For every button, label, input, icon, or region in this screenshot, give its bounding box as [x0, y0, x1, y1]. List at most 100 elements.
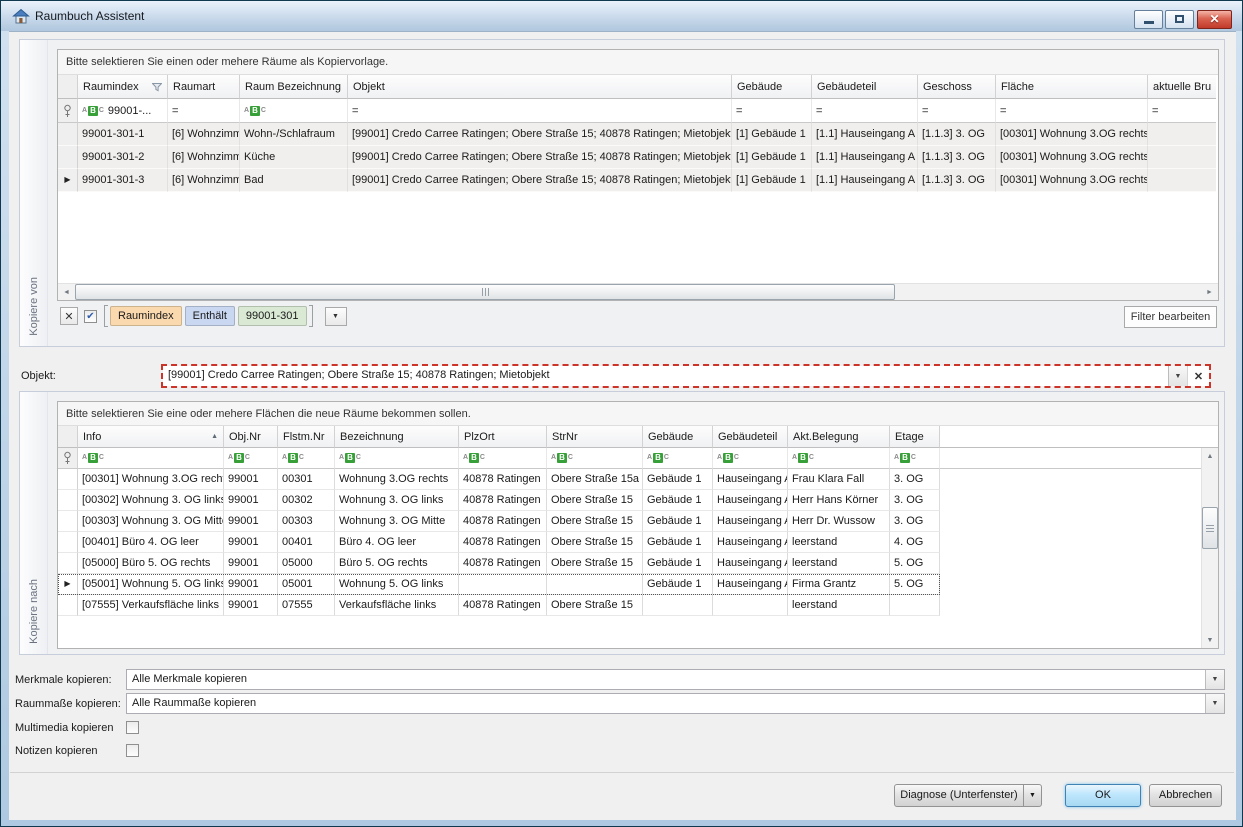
table-cell[interactable]: Hauseingang A	[713, 532, 788, 553]
merkmale-combobox[interactable]: Alle Merkmale kopieren ▼	[126, 669, 1225, 690]
filter-cell-raumindex[interactable]: ABC 99001-...	[78, 99, 168, 123]
objekt-clear-button[interactable]: ✕	[1187, 366, 1209, 386]
table-cell[interactable]: Wohnung 3. OG Mitte	[335, 511, 459, 532]
funnel-filter-icon[interactable]	[152, 82, 162, 92]
table-cell[interactable]: [05000] Büro 5. OG rechts	[78, 553, 224, 574]
filter-cell-objnr[interactable]: ABC	[224, 448, 278, 469]
scroll-right-button[interactable]: ►	[1201, 284, 1218, 300]
table-cell[interactable]: 99001	[224, 490, 278, 511]
table-cell[interactable]: 40878 Ratingen	[459, 532, 547, 553]
table-cell[interactable]: 99001	[224, 511, 278, 532]
merkmale-dropdown-button[interactable]: ▼	[1205, 670, 1224, 689]
table-cell[interactable]: Obere Straße 15a	[547, 469, 643, 490]
table-cell[interactable]: 99001	[224, 469, 278, 490]
filter-cell-gebaeude[interactable]: =	[732, 99, 812, 123]
table-cell[interactable]: Herr Dr. Wussow	[788, 511, 890, 532]
multimedia-checkbox[interactable]	[126, 721, 139, 734]
filter-operator-chip[interactable]: Enthält	[185, 306, 235, 326]
merkmale-combobox-value[interactable]: Alle Merkmale kopieren	[127, 670, 1205, 689]
table-cell[interactable]: 99001-301-2	[78, 146, 168, 169]
table-cell[interactable]: Obere Straße 15	[547, 532, 643, 553]
table-row[interactable]: [00302] Wohnung 3. OG links 99001 00302 …	[58, 490, 940, 511]
table-cell[interactable]: [1] Gebäude 1	[732, 123, 812, 146]
column-header-gebaeudeteil[interactable]: Gebäudeteil	[713, 426, 788, 448]
table-cell[interactable]: [6] Wohnzimmer	[168, 169, 240, 192]
table-cell[interactable]	[547, 574, 643, 595]
filter-cell-plzort[interactable]: ABC	[459, 448, 547, 469]
table-cell[interactable]: [07555] Verkaufsfläche links	[78, 595, 224, 616]
scroll-down-button[interactable]: ▼	[1202, 632, 1218, 648]
filter-dropdown-button[interactable]: ▼	[325, 307, 347, 326]
column-header-raum-bezeichnung[interactable]: Raum Bezeichnung	[240, 75, 348, 99]
objekt-combobox-value[interactable]: [99001] Credo Carree Ratingen; Obere Str…	[163, 366, 1168, 386]
table-cell[interactable]: [1] Gebäude 1	[732, 169, 812, 192]
remove-filter-button[interactable]: ✕	[60, 307, 78, 325]
table-cell[interactable]: 3. OG	[890, 511, 940, 532]
column-header-raumindex[interactable]: Raumindex	[78, 75, 168, 99]
filter-cell-raum-bezeichnung[interactable]: ABC	[240, 99, 348, 123]
notizen-checkbox[interactable]	[126, 744, 139, 757]
table-cell[interactable]: 3. OG	[890, 490, 940, 511]
filter-cell-raumart[interactable]: =	[168, 99, 240, 123]
table-cell[interactable]: 07555	[278, 595, 335, 616]
diagnose-button[interactable]: Diagnose (Unterfenster)	[894, 784, 1024, 807]
table-cell[interactable]: 40878 Ratingen	[459, 469, 547, 490]
filter-cell-bezeichnung[interactable]: ABC	[335, 448, 459, 469]
table-cell[interactable]: 05001	[278, 574, 335, 595]
table-cell[interactable]: Obere Straße 15	[547, 553, 643, 574]
table-cell[interactable]: [6] Wohnzimmer	[168, 123, 240, 146]
filter-enabled-checkbox[interactable]	[84, 310, 97, 323]
table-cell[interactable]: 40878 Ratingen	[459, 595, 547, 616]
filter-cell-info[interactable]: ABC	[78, 448, 224, 469]
table-cell[interactable]: [1.1] Hauseingang A	[812, 169, 918, 192]
table-cell[interactable]: 5. OG	[890, 553, 940, 574]
table-row[interactable]: [07555] Verkaufsfläche links 99001 07555…	[58, 595, 940, 616]
table-cell[interactable]: Wohnung 3.OG rechts	[335, 469, 459, 490]
table-row[interactable]: 99001-301-2 [6] Wohnzimmer Küche [99001]…	[58, 146, 1216, 169]
table-cell[interactable]: Obere Straße 15	[547, 595, 643, 616]
table-cell[interactable]: Obere Straße 15	[547, 511, 643, 532]
column-header-objekt[interactable]: Objekt	[348, 75, 732, 99]
table-cell[interactable]: 99001-301-1	[78, 123, 168, 146]
raummasse-combobox-value[interactable]: Alle Raummaße kopieren	[127, 694, 1205, 713]
table-cell[interactable]: Wohnung 5. OG links	[335, 574, 459, 595]
table-cell[interactable]: 99001-301-3	[78, 169, 168, 192]
table-cell[interactable]: [00401] Büro 4. OG leer	[78, 532, 224, 553]
table-row[interactable]: ▶ 99001-301-3 [6] Wohnzimmer Bad [99001]…	[58, 169, 1216, 192]
table-cell[interactable]: 40878 Ratingen	[459, 490, 547, 511]
table-cell[interactable]: [00301] Wohnung 3.OG rechts	[78, 469, 224, 490]
table-cell[interactable]: 3. OG	[890, 469, 940, 490]
table-cell[interactable]: 99001	[224, 532, 278, 553]
table-cell[interactable]	[1148, 146, 1216, 169]
table-cell[interactable]: Obere Straße 15	[547, 490, 643, 511]
table-cell[interactable]: 40878 Ratingen	[459, 511, 547, 532]
table-cell[interactable]: [00303] Wohnung 3. OG Mitte	[78, 511, 224, 532]
table-cell[interactable]: [05001] Wohnung 5. OG links	[78, 574, 224, 595]
table-cell[interactable]: Wohnung 3. OG links	[335, 490, 459, 511]
table-cell[interactable]: [1.1.3] 3. OG	[918, 169, 996, 192]
table-row[interactable]: ▶ [05001] Wohnung 5. OG links 99001 0500…	[58, 574, 940, 595]
column-header-objnr[interactable]: Obj.Nr	[224, 426, 278, 448]
diagnose-dropdown-button[interactable]: ▼	[1023, 784, 1042, 807]
table-cell[interactable]: Gebäude 1	[643, 532, 713, 553]
filter-cell-gebaeude[interactable]: ABC	[643, 448, 713, 469]
table-cell[interactable]	[1148, 123, 1216, 146]
table-cell[interactable]: leerstand	[788, 595, 890, 616]
horizontal-scrollbar-thumb[interactable]	[75, 284, 895, 300]
table-cell[interactable]: [00302] Wohnung 3. OG links	[78, 490, 224, 511]
table-cell[interactable]: 00301	[278, 469, 335, 490]
ok-button[interactable]: OK	[1065, 784, 1141, 807]
filter-cell-gebaeudeteil[interactable]: =	[812, 99, 918, 123]
vertical-scrollbar[interactable]: ▲ ▼	[1201, 448, 1218, 648]
table-cell[interactable]: [99001] Credo Carree Ratingen; Obere Str…	[348, 146, 732, 169]
filter-cell-aktbelegung[interactable]: ABC	[788, 448, 890, 469]
column-header-info[interactable]: Info▲	[78, 426, 224, 448]
table-cell[interactable]: [1.1.3] 3. OG	[918, 123, 996, 146]
filter-field-chip[interactable]: Raumindex	[110, 306, 182, 326]
table-cell[interactable]	[713, 595, 788, 616]
table-cell[interactable]: [00301] Wohnung 3.OG rechts	[996, 146, 1148, 169]
table-cell[interactable]: Gebäude 1	[643, 511, 713, 532]
table-cell[interactable]: [1] Gebäude 1	[732, 146, 812, 169]
table-cell[interactable]: Hauseingang A	[713, 469, 788, 490]
maximize-button[interactable]	[1165, 10, 1194, 29]
